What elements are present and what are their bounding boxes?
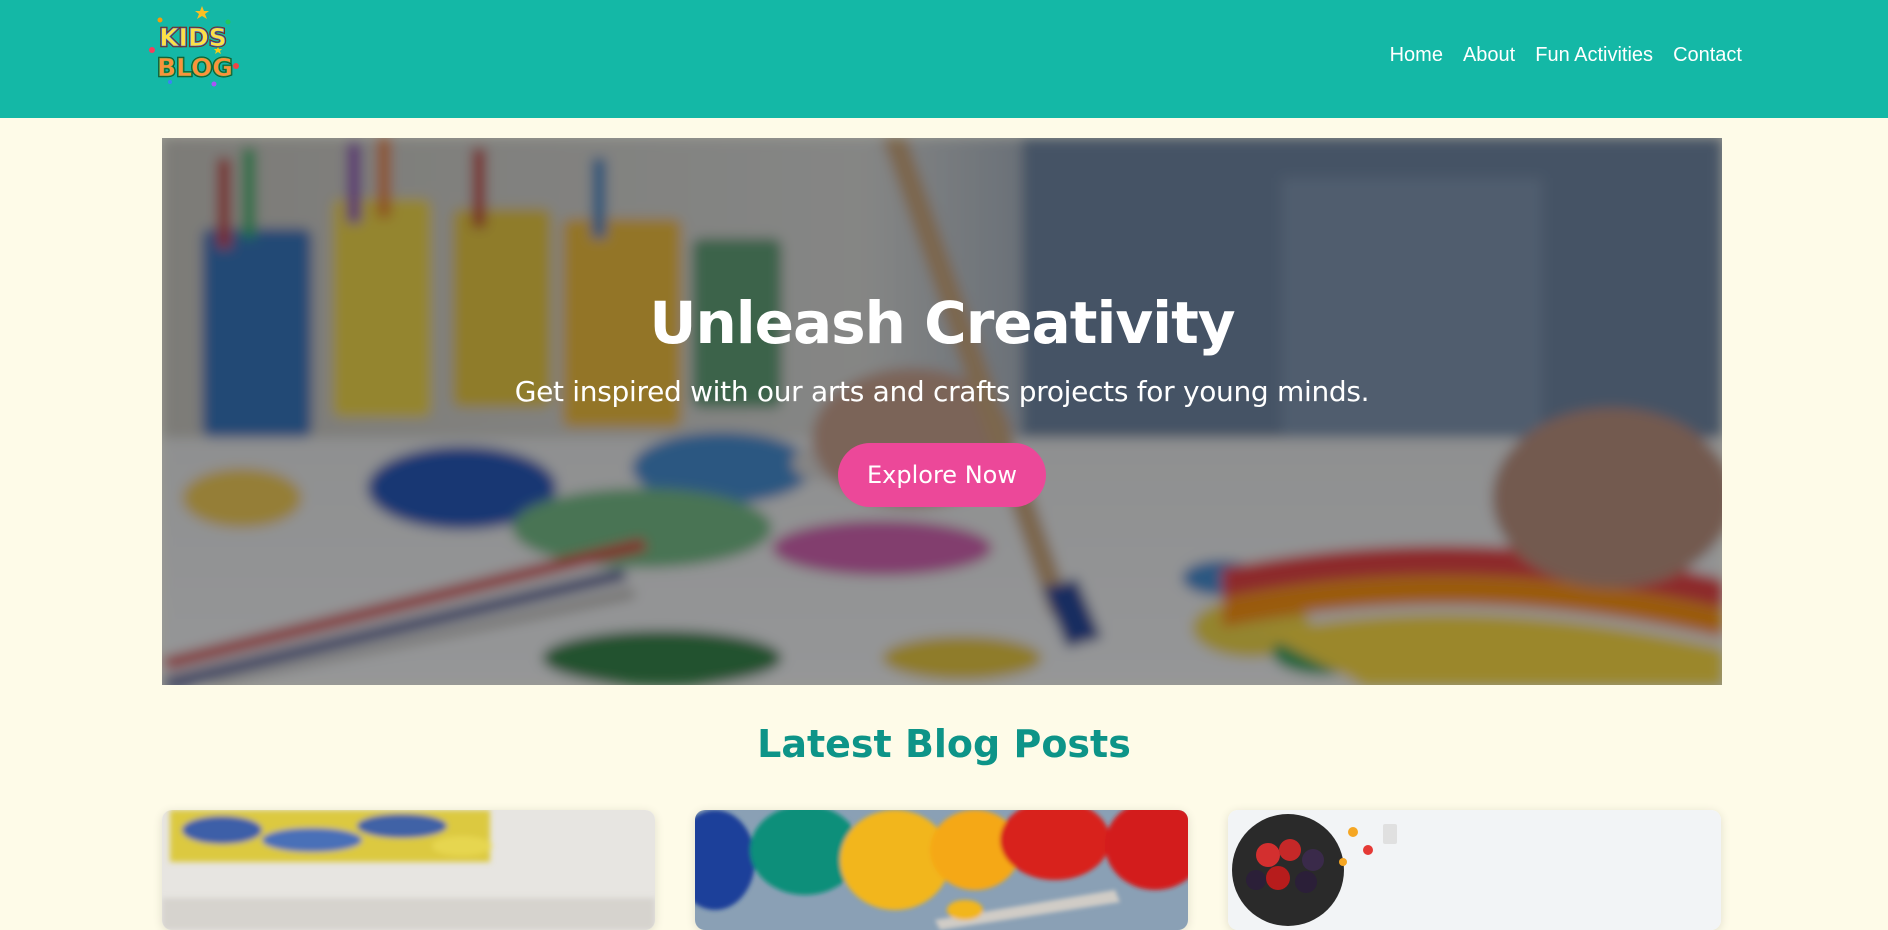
blog-posts-grid [162,810,1722,930]
nav-home[interactable]: Home [1390,44,1443,67]
svg-text:KIDS: KIDS [159,23,226,52]
explore-now-button[interactable]: Explore Now [838,442,1046,507]
svg-text:BLOG: BLOG [157,53,233,82]
blog-post-card[interactable] [1228,810,1721,930]
latest-posts-heading: Latest Blog Posts [757,722,1131,766]
site-header: KIDS KIDS BLOG BLOG Home About Fun Activ… [0,0,1888,118]
nav-about[interactable]: About [1463,44,1515,67]
post-thumbnail-fruit-bowl [1228,810,1721,930]
blog-post-card[interactable] [162,810,655,930]
hero-title: Unleash Creativity [649,289,1235,357]
hero-subtitle: Get inspired with our arts and crafts pr… [514,374,1370,408]
blog-post-card[interactable] [695,810,1188,930]
nav-fun-activities[interactable]: Fun Activities [1535,44,1653,67]
hero-banner: Unleash Creativity Get inspired with our… [162,138,1722,685]
post-thumbnail-painting [162,810,655,930]
hero-content: Unleash Creativity Get inspired with our… [162,290,1722,507]
nav-contact[interactable]: Contact [1673,44,1742,67]
kids-blog-logo[interactable]: KIDS KIDS BLOG BLOG [140,2,246,94]
post-thumbnail-paint-tubes [695,810,1188,930]
main-nav: Home About Fun Activities Contact [1390,44,1742,67]
